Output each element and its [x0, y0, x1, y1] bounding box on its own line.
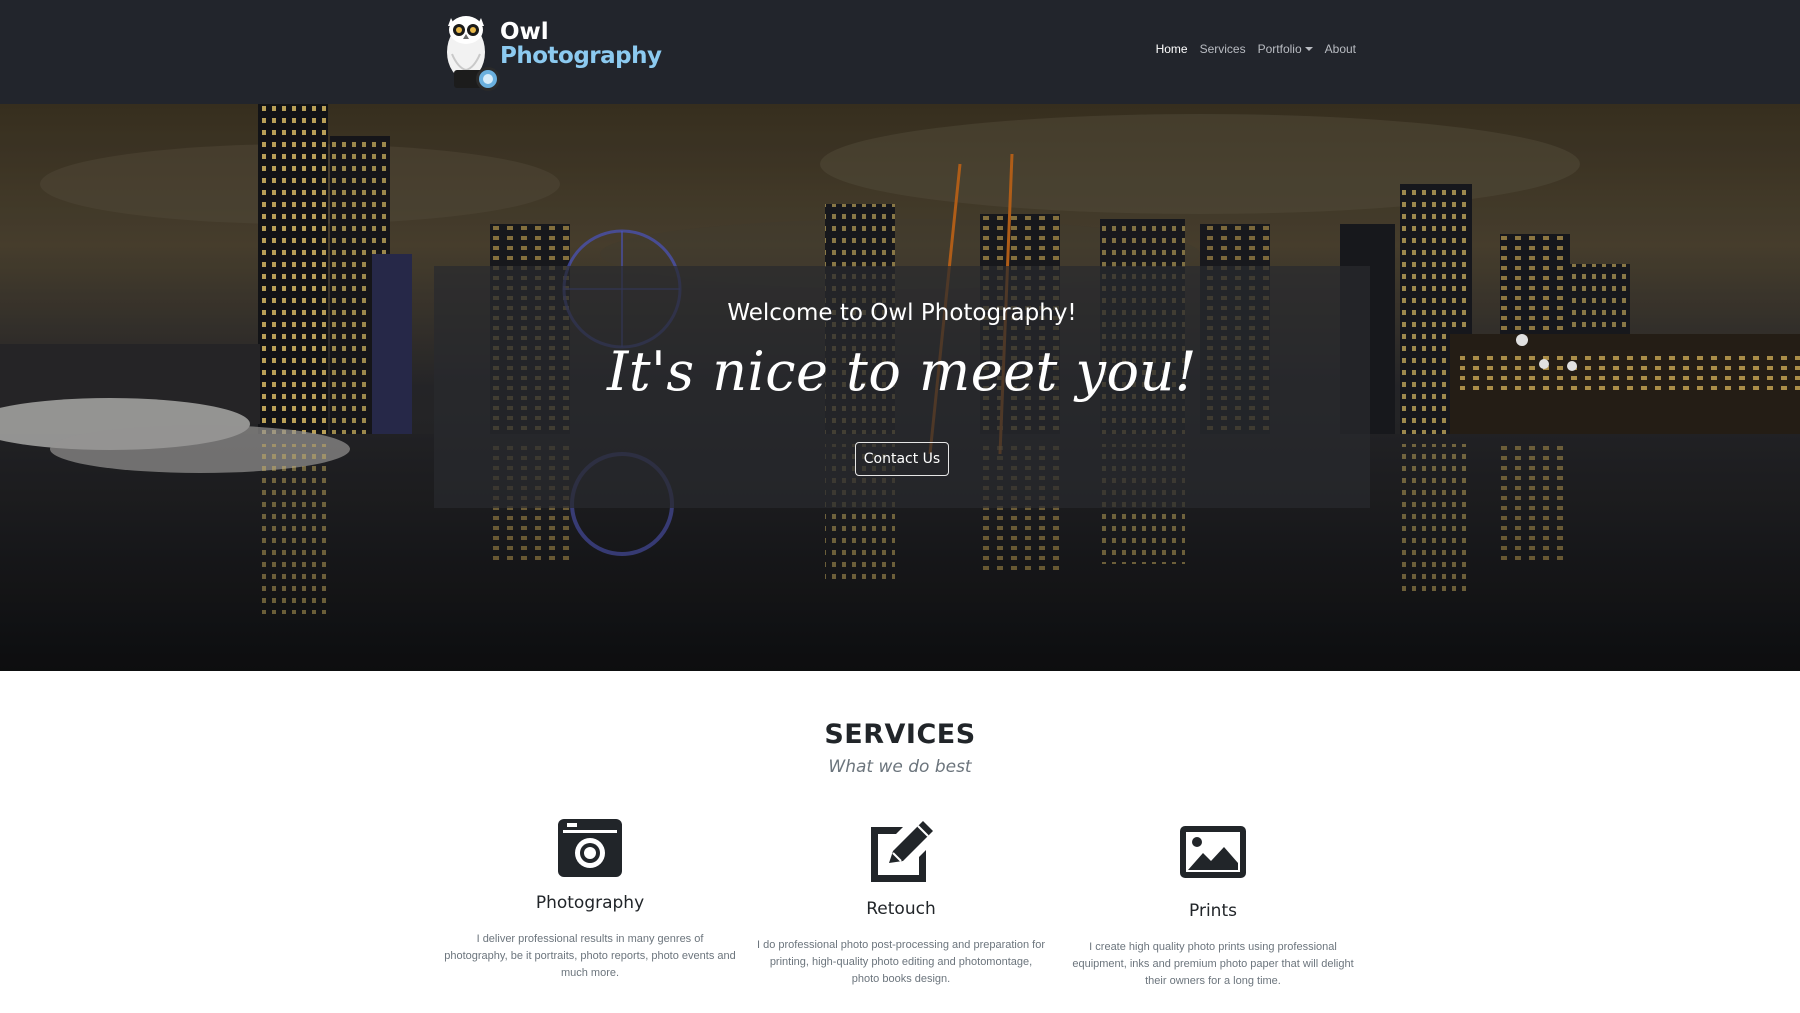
- hero-section: Welcome to Owl Photography! It's nice to…: [0, 104, 1800, 671]
- camera-icon: [558, 819, 622, 877]
- brand-name-line2: Photography: [500, 43, 662, 69]
- top-navbar: Owl Photography Home Services Portfolio …: [0, 0, 1800, 104]
- service-description: I do professional photo post-processing …: [756, 939, 1045, 985]
- nav-portfolio-dropdown[interactable]: Portfolio: [1258, 42, 1313, 56]
- owl-camera-logo-icon: [447, 16, 500, 91]
- service-title: Photography: [535, 893, 645, 913]
- services-subheading: What we do best: [828, 757, 972, 777]
- service-description: I deliver professional results in many g…: [444, 933, 736, 979]
- nav-about-link[interactable]: About: [1325, 42, 1356, 56]
- caret-down-icon: [1304, 47, 1313, 51]
- image-icon: [1180, 826, 1246, 878]
- nav-home-link[interactable]: Home: [1156, 42, 1188, 56]
- hero-overlay-panel: Welcome to Owl Photography! It's nice to…: [434, 266, 1370, 508]
- main-nav: Home Services Portfolio About: [1156, 42, 1356, 56]
- hero-tagline: It's nice to meet you!: [606, 340, 1198, 403]
- contact-us-button[interactable]: Contact Us: [855, 442, 949, 476]
- brand-name-line1: Owl: [500, 19, 549, 45]
- services-section: SERVICES What we do best Photography I d…: [0, 671, 1800, 1013]
- brand-logo-link[interactable]: Owl Photography: [440, 8, 670, 98]
- hero-welcome-heading: Welcome to Owl Photography!: [727, 300, 1077, 326]
- nav-services-link[interactable]: Services: [1200, 42, 1246, 56]
- service-title: Retouch: [866, 899, 936, 919]
- service-description: I create high quality photo prints using…: [1072, 941, 1354, 987]
- services-heading: SERVICES: [824, 719, 976, 750]
- service-title: Prints: [1189, 901, 1237, 921]
- service-card-photography: Photography I deliver professional resul…: [440, 817, 740, 982]
- service-card-prints: Prints I create high quality photo print…: [1063, 817, 1363, 990]
- edit-icon: [871, 821, 933, 882]
- brand-name: Owl Photography: [500, 20, 662, 68]
- service-card-retouch: Retouch I do professional photo post-pro…: [751, 817, 1051, 988]
- nav-portfolio-label: Portfolio: [1257, 42, 1302, 56]
